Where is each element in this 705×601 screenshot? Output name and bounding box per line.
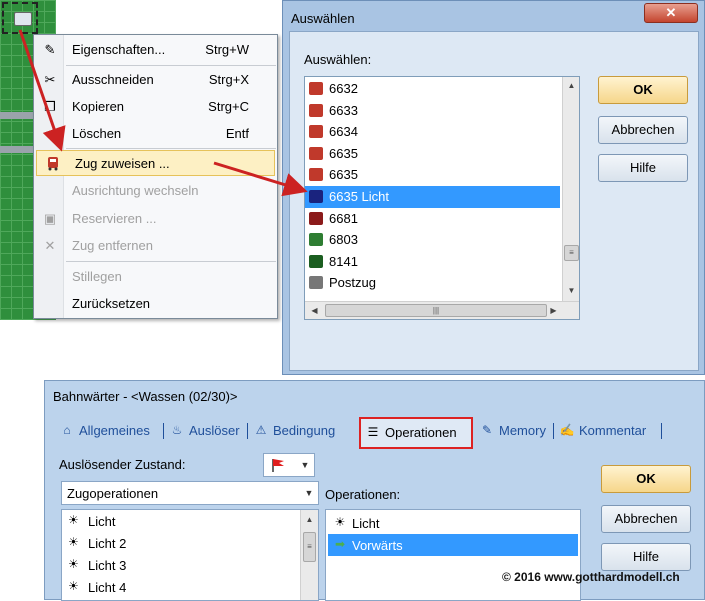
list-item[interactable]: ☀ Licht 4 (62, 576, 298, 598)
bahnwaerter-dialog: Bahnwärter - <Wassen (02/30)> ⌂ Allgemei… (44, 380, 705, 601)
list-item[interactable]: ☀ Licht (328, 512, 578, 534)
forward-arrow-icon: ➡ (334, 537, 346, 551)
memory-icon: ✎ (481, 423, 493, 437)
light-icon: ☀ (68, 513, 79, 527)
operations-icon: ☰ (367, 425, 379, 439)
list-item[interactable]: ☀ Licht 3 (62, 554, 298, 576)
list-item-label: Licht (352, 516, 380, 531)
scroll-up-icon[interactable]: ▲ (302, 512, 317, 527)
list-item-label: Licht (88, 514, 116, 529)
list-item-label: Licht 3 (88, 558, 127, 573)
list-item[interactable]: ☀ Licht 2 (62, 532, 298, 554)
arrow-to-selected-train (213, 161, 308, 197)
list-item[interactable]: ☀ Licht (62, 510, 298, 532)
list-item[interactable]: ➡ Vorwärts (328, 534, 578, 556)
help-button[interactable]: Hilfe (601, 543, 691, 571)
chevron-down-icon[interactable]: ▼ (302, 484, 316, 502)
list-item-label: Licht 4 (88, 580, 127, 595)
tab-separator (661, 423, 662, 439)
tab-label: Operationen (385, 425, 457, 440)
tab-separator (553, 423, 554, 439)
tab-label: Memory (499, 423, 546, 438)
vertical-scrollbar[interactable]: ▲ ≡ (300, 510, 318, 600)
operations-label: Operationen: (325, 487, 401, 502)
light-icon: ☀ (68, 535, 79, 549)
tab-separator (163, 423, 164, 439)
light-icon: ☀ (334, 515, 346, 529)
comment-icon: ✍ (559, 423, 575, 437)
trigger-state-select[interactable]: ▼ (263, 453, 315, 477)
chevron-down-icon[interactable]: ▼ (298, 456, 312, 474)
select-value: Zugoperationen (67, 486, 159, 501)
condition-icon: ⚠ (255, 423, 267, 437)
scroll-thumb[interactable]: ≡ (303, 532, 316, 562)
tab-label: Allgemeines (79, 423, 150, 438)
tab-label: Kommentar (579, 423, 647, 438)
dialog-title: Bahnwärter - <Wassen (02/30)> (53, 389, 238, 404)
tab-bar: ⌂ Allgemeines ♨ Auslöser ⚠ Bedingung ☰ O… (57, 417, 697, 449)
arrow-to-assign-train (18, 29, 66, 152)
list-item-label: Vorwärts (352, 538, 403, 553)
copyright-notice: © 2016 www.gotthardmodell.ch (502, 570, 680, 584)
light-icon: ☀ (68, 579, 79, 593)
general-icon: ⌂ (63, 423, 71, 437)
operation-category-select[interactable]: Zugoperationen ▼ (61, 481, 319, 505)
list-item-label: Licht 2 (88, 536, 127, 551)
light-icon: ☀ (68, 557, 79, 571)
flag-icon (272, 459, 284, 472)
trigger-state-label: Auslösender Zustand: (59, 457, 186, 472)
cancel-button[interactable]: Abbrechen (601, 505, 691, 533)
ok-button[interactable]: OK (601, 465, 691, 493)
tab-label: Auslöser (189, 423, 240, 438)
tab-separator (247, 423, 248, 439)
trigger-icon: ♨ (171, 423, 183, 437)
operations-list[interactable]: ☀ Licht ➡ Vorwärts (325, 509, 581, 601)
available-operations-list[interactable]: ☀ Licht ☀ Licht 2 ☀ Licht 3 ☀ Licht 4 ▲ … (61, 509, 319, 601)
tab-label: Bedingung (273, 423, 336, 438)
